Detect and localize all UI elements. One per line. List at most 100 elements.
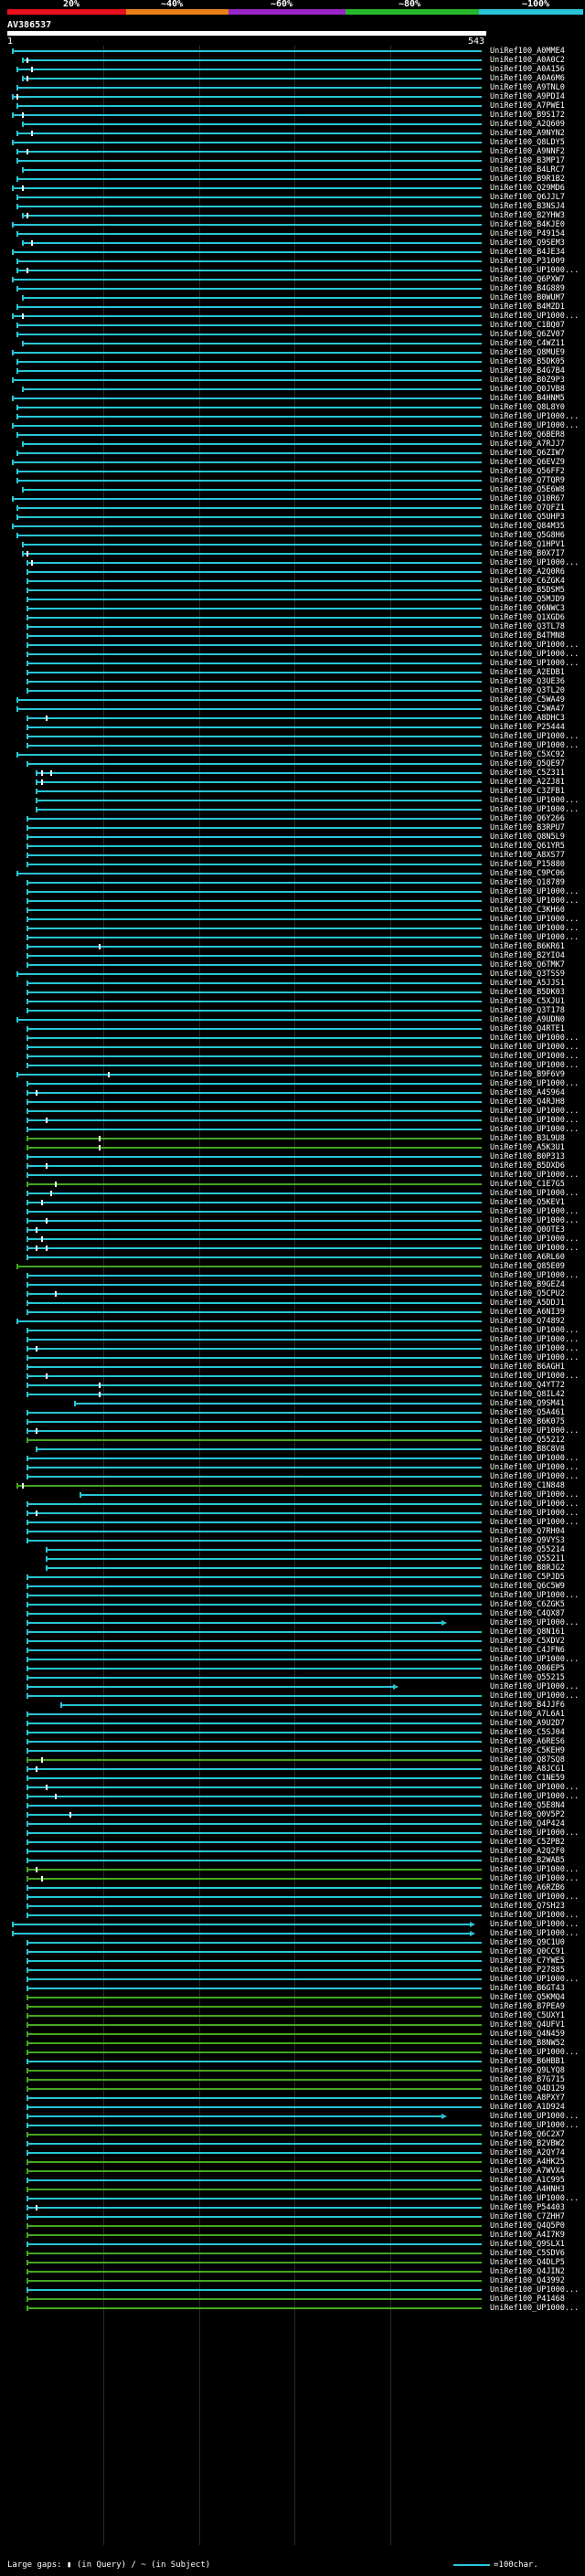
hit-row[interactable]: UniRef100_C7YWE5 — [0, 1956, 585, 1966]
hit-label[interactable]: UniRef100_B3NSJ4 — [490, 202, 565, 211]
hit-row[interactable]: UniRef100_UP1000... — [0, 1216, 585, 1225]
hit-row[interactable]: UniRef100_C5SJ04 — [0, 1728, 585, 1737]
hit-row[interactable]: UniRef100_B4TMN8 — [0, 631, 585, 641]
hit-row[interactable]: UniRef100_Q9SM41 — [0, 1399, 585, 1408]
hit-row[interactable]: UniRef100_A2EDB1 — [0, 668, 585, 677]
hit-row[interactable]: UniRef100_P54403 — [0, 2203, 585, 2212]
hit-row[interactable]: UniRef100_B8RJG2 — [0, 1564, 585, 1573]
hit-label[interactable]: UniRef100_Q6Y266 — [490, 814, 565, 823]
hit-label[interactable]: UniRef100_Q85E09 — [490, 1262, 565, 1271]
hit-label[interactable]: UniRef100_UP1000... — [490, 2285, 579, 2295]
hit-label[interactable]: UniRef100_A0A156 — [490, 65, 565, 74]
hit-label[interactable]: UniRef100_UP1000... — [490, 1043, 579, 1052]
hit-row[interactable]: UniRef100_UP1000... — [0, 1792, 585, 1801]
hit-row[interactable]: UniRef100_B5DK03 — [0, 988, 585, 997]
hit-row[interactable]: UniRef100_UP1000... — [0, 1372, 585, 1381]
hit-label[interactable]: UniRef100_UP1000... — [490, 558, 579, 567]
hit-row[interactable]: UniRef100_UP1000... — [0, 1829, 585, 1838]
hit-row[interactable]: UniRef100_UP1000... — [0, 1783, 585, 1792]
hit-row[interactable]: UniRef100_C1BQ07 — [0, 321, 585, 330]
hit-row[interactable]: UniRef100_UP1000... — [0, 1920, 585, 1929]
hit-row[interactable]: UniRef100_A8XS77 — [0, 851, 585, 860]
hit-label[interactable]: UniRef100_UP1000... — [490, 312, 579, 321]
hit-label[interactable]: UniRef100_UP1000... — [490, 1125, 579, 1134]
hit-row[interactable]: UniRef100_Q6BER8 — [0, 430, 585, 440]
hit-row[interactable]: UniRef100_Q86EP5 — [0, 1664, 585, 1673]
hit-label[interactable]: UniRef100_C4JFN6 — [490, 1646, 565, 1655]
hit-row[interactable]: UniRef100_UP1000... — [0, 741, 585, 750]
hit-label[interactable]: UniRef100_UP1000... — [490, 1335, 579, 1344]
hit-label[interactable]: UniRef100_P31009 — [490, 257, 565, 266]
hit-row[interactable]: UniRef100_Q43992 — [0, 2276, 585, 2285]
hit-row[interactable]: UniRef100_UP1000... — [0, 1618, 585, 1627]
hit-row[interactable]: UniRef100_Q4JIN2 — [0, 2267, 585, 2276]
hit-row[interactable]: UniRef100_B3RPU7 — [0, 823, 585, 832]
hit-row[interactable]: UniRef100_UP1000... — [0, 1426, 585, 1436]
hit-label[interactable]: UniRef100_Q5E8N4 — [490, 1801, 565, 1810]
hit-row[interactable]: UniRef100_A2Q609 — [0, 120, 585, 129]
hit-label[interactable]: UniRef100_A2QY74 — [490, 2148, 565, 2157]
hit-row[interactable]: UniRef100_UP1000... — [0, 2194, 585, 2203]
hit-row[interactable]: UniRef100_Q5E6W8 — [0, 485, 585, 494]
hit-label[interactable]: UniRef100_UP1000... — [490, 2121, 579, 2130]
hit-label[interactable]: UniRef100_Q6BER8 — [490, 430, 565, 440]
hit-row[interactable]: UniRef100_Q6ZV07 — [0, 330, 585, 339]
hit-label[interactable]: UniRef100_A9TNL0 — [490, 83, 565, 92]
hit-label[interactable]: UniRef100_A4HK25 — [490, 2157, 565, 2167]
hit-row[interactable]: UniRef100_C4JFN6 — [0, 1646, 585, 1655]
hit-label[interactable]: UniRef100_A1D924 — [490, 2103, 565, 2112]
hit-label[interactable]: UniRef100_UP1000... — [490, 1271, 579, 1280]
hit-label[interactable]: UniRef100_B0P313 — [490, 1152, 565, 1161]
hit-row[interactable]: UniRef100_B6AGH1 — [0, 1362, 585, 1372]
hit-label[interactable]: UniRef100_UP1000... — [490, 1244, 579, 1253]
hit-row[interactable]: UniRef100_UP1000... — [0, 896, 585, 906]
hit-row[interactable]: UniRef100_UP1000... — [0, 1509, 585, 1518]
hit-label[interactable]: UniRef100_Q3TL78 — [490, 622, 565, 631]
hit-row[interactable]: UniRef100_Q9SLX1 — [0, 2240, 585, 2249]
hit-label[interactable]: UniRef100_C1N848 — [490, 1481, 565, 1490]
hit-label[interactable]: UniRef100_Q9SEM3 — [490, 239, 565, 248]
hit-label[interactable]: UniRef100_UP1000... — [490, 796, 579, 805]
hit-row[interactable]: UniRef100_Q8N5L9 — [0, 832, 585, 842]
hit-row[interactable]: UniRef100_UP1000... — [0, 1892, 585, 1902]
hit-row[interactable]: UniRef100_C5KEH9 — [0, 1746, 585, 1755]
hit-row[interactable]: UniRef100_Q4N459 — [0, 2030, 585, 2039]
hit-row[interactable]: UniRef100_Q56FF2 — [0, 467, 585, 476]
hit-row[interactable]: UniRef100_UP1000... — [0, 1326, 585, 1335]
hit-label[interactable]: UniRef100_UP1000... — [490, 1829, 579, 1838]
hit-row[interactable]: UniRef100_Q8IL42 — [0, 1390, 585, 1399]
hit-label[interactable]: UniRef100_Q3T178 — [490, 1006, 565, 1015]
hit-label[interactable]: UniRef100_B2YIO4 — [490, 951, 565, 960]
hit-label[interactable]: UniRef100_UP1000... — [490, 1326, 579, 1335]
hit-row[interactable]: UniRef100_Q7RH04 — [0, 1527, 585, 1536]
hit-row[interactable]: UniRef100_Q9LYQ8 — [0, 2066, 585, 2075]
hit-label[interactable]: UniRef100_UP1000... — [490, 421, 579, 430]
hit-label[interactable]: UniRef100_C1E7G5 — [490, 1180, 565, 1189]
hit-label[interactable]: UniRef100_A6RES6 — [490, 1737, 565, 1746]
hit-label[interactable]: UniRef100_A7WVX4 — [490, 2167, 565, 2176]
hit-label[interactable]: UniRef100_A5K3U1 — [490, 1143, 565, 1152]
hit-label[interactable]: UniRef100_A5JJS1 — [490, 979, 565, 988]
hit-row[interactable]: UniRef100_Q4DLP5 — [0, 2258, 585, 2267]
hit-label[interactable]: UniRef100_Q7TQR9 — [490, 476, 565, 485]
hit-row[interactable]: UniRef100_UP1000... — [0, 1079, 585, 1088]
hit-row[interactable]: UniRef100_A2QY74 — [0, 2148, 585, 2157]
hit-row[interactable]: UniRef100_Q5CPU2 — [0, 1289, 585, 1299]
hit-row[interactable]: UniRef100_C5XDV2 — [0, 1637, 585, 1646]
hit-row[interactable]: UniRef100_Q10R67 — [0, 494, 585, 504]
hit-label[interactable]: UniRef100_C9PC06 — [490, 869, 565, 878]
hit-label[interactable]: UniRef100_UP1000... — [490, 1691, 579, 1701]
hit-label[interactable]: UniRef100_UP1000... — [490, 915, 579, 924]
hit-label[interactable]: UniRef100_UP1000... — [490, 1509, 579, 1518]
hit-label[interactable]: UniRef100_B9R1B2 — [490, 175, 565, 184]
hit-row[interactable]: UniRef100_A7L6A1 — [0, 1710, 585, 1719]
hit-label[interactable]: UniRef100_Q10R67 — [490, 494, 565, 504]
hit-label[interactable]: UniRef100_B5DK03 — [490, 988, 565, 997]
hit-row[interactable]: UniRef100_A1D924 — [0, 2103, 585, 2112]
hit-label[interactable]: UniRef100_UP1000... — [490, 1682, 579, 1691]
hit-label[interactable]: UniRef100_Q5G8H6 — [490, 531, 565, 540]
hit-label[interactable]: UniRef100_B8RJG2 — [490, 1564, 565, 1573]
hit-row[interactable]: UniRef100_B2YIO4 — [0, 951, 585, 960]
hit-row[interactable]: UniRef100_Q84M35 — [0, 522, 585, 531]
hit-label[interactable]: UniRef100_UP1000... — [490, 1920, 579, 1929]
